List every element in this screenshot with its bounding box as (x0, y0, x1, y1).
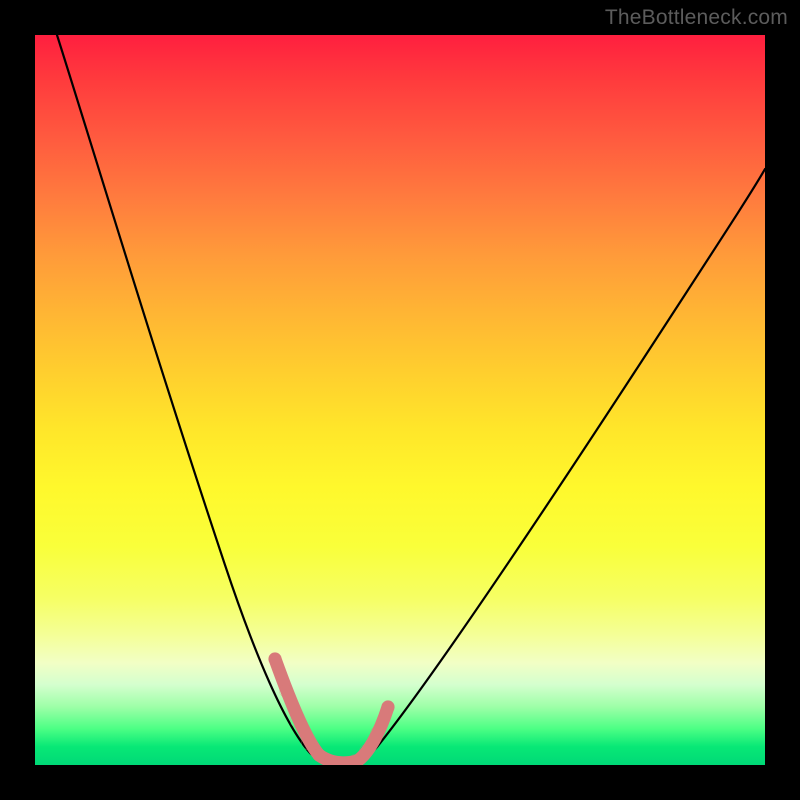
plot-area (35, 35, 765, 765)
chart-frame: TheBottleneck.com (0, 0, 800, 800)
curve-overlay (35, 35, 765, 765)
valley-marker (275, 659, 388, 764)
bottleneck-curve (57, 35, 765, 765)
watermark-text: TheBottleneck.com (605, 6, 788, 30)
